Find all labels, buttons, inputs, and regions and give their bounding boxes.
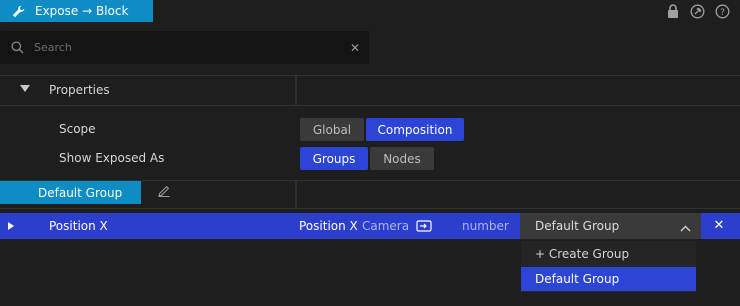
scope-global-button[interactable]: Global: [300, 118, 364, 141]
group-dropdown-menu: + Create Group Default Group: [521, 241, 696, 292]
edit-pencil-icon[interactable]: [157, 184, 173, 200]
scope-label: Scope: [59, 122, 96, 136]
menu-item-default-group[interactable]: Default Group: [521, 267, 696, 291]
group-select[interactable]: Default Group: [520, 213, 701, 239]
group-header[interactable]: Default Group: [0, 181, 141, 204]
property-source: Camera: [362, 219, 410, 233]
node-link-icon[interactable]: [416, 220, 434, 233]
property-type: number: [462, 219, 509, 233]
pin-icon[interactable]: [689, 3, 705, 19]
show-exposed-as-label: Show Exposed As: [59, 151, 165, 165]
panel-title: Expose → Block: [35, 4, 129, 18]
remove-exposed-icon[interactable]: ✕: [711, 218, 727, 234]
svg-text:?: ?: [720, 8, 725, 18]
column-divider: [295, 76, 297, 105]
clear-search-icon[interactable]: ✕: [341, 41, 369, 55]
divider: [0, 208, 740, 209]
divider: [0, 75, 740, 76]
panel-title-tab[interactable]: Expose → Block: [0, 0, 153, 22]
show-groups-button[interactable]: Groups: [300, 147, 368, 170]
chevron-up-icon: [680, 221, 691, 235]
menu-item-create-group[interactable]: + Create Group: [521, 242, 696, 266]
column-divider: [295, 181, 297, 208]
search-input[interactable]: [34, 31, 341, 64]
exposed-name: Position X: [299, 219, 358, 233]
search-icon: [0, 41, 34, 54]
properties-section-label[interactable]: Properties: [49, 83, 110, 97]
property-name: Position X: [49, 219, 108, 233]
scope-composition-button[interactable]: Composition: [366, 118, 464, 141]
collapse-caret-icon[interactable]: [20, 85, 30, 92]
show-nodes-button[interactable]: Nodes: [370, 147, 434, 170]
expand-caret-icon[interactable]: [8, 222, 14, 230]
search-bar: ✕: [0, 31, 369, 64]
help-icon[interactable]: ?: [714, 3, 730, 19]
lock-icon[interactable]: [665, 3, 681, 19]
group-select-value: Default Group: [535, 219, 620, 233]
wrench-icon: [12, 5, 25, 18]
divider: [0, 105, 740, 106]
